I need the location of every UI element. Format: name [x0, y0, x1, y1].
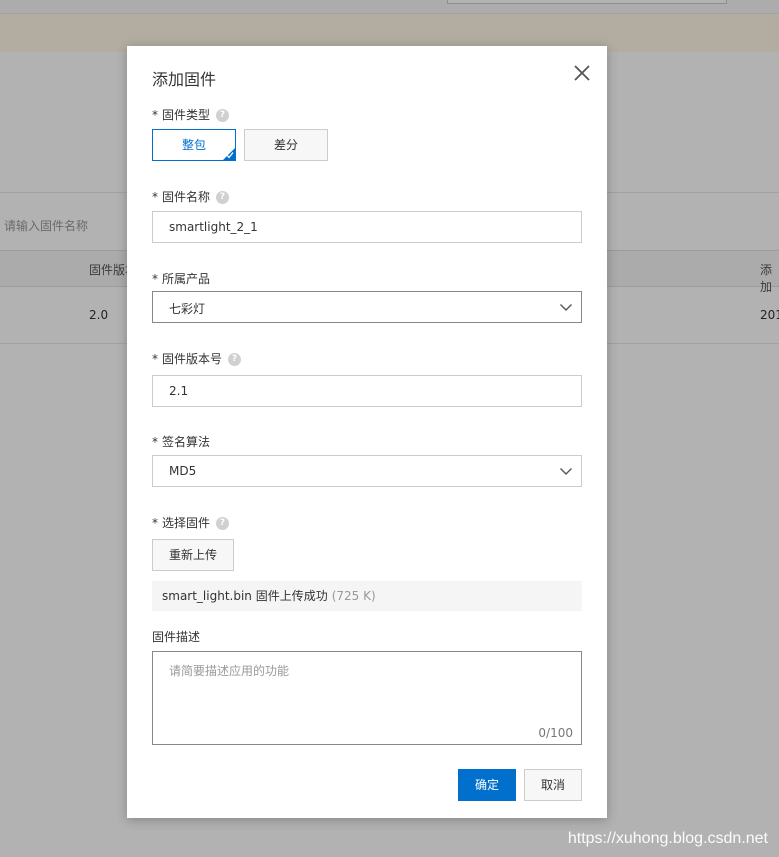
help-icon[interactable]: ? — [216, 517, 230, 530]
firmware-file-label: * 选择固件? — [152, 514, 230, 531]
check-icon — [226, 152, 234, 159]
product-select-value: 七彩灯 — [169, 302, 206, 316]
signature-label-text: 签名算法 — [162, 435, 211, 449]
signature-label: * 签名算法 — [152, 433, 210, 450]
firmware-type-label-text: 固件类型 — [162, 108, 211, 122]
firmware-file-label-text: 选择固件 — [162, 516, 211, 530]
chevron-down-icon — [560, 468, 572, 475]
help-icon[interactable]: ? — [216, 109, 230, 122]
product-label: * 所属产品 — [152, 270, 210, 287]
firmware-type-full-label: 整包 — [181, 138, 206, 152]
firmware-type-diff-button[interactable]: 差分 — [244, 129, 328, 161]
cancel-button[interactable]: 取消 — [524, 769, 582, 801]
help-icon[interactable]: ? — [228, 353, 242, 366]
required-mark: * — [152, 272, 158, 286]
required-mark: * — [152, 435, 158, 449]
firmware-type-label: * 固件类型? — [152, 106, 230, 123]
char-counter: 0/100 — [538, 726, 573, 740]
description-field: 0/100 — [152, 651, 582, 745]
close-icon — [574, 65, 590, 81]
version-label-text: 固件版本号 — [162, 352, 223, 366]
signature-select-value: MD5 — [169, 464, 197, 478]
confirm-button[interactable]: 确定 — [458, 769, 516, 801]
dialog-title: 添加固件 — [152, 70, 217, 89]
signature-select[interactable]: MD5 — [152, 455, 582, 487]
required-mark: * — [152, 108, 158, 122]
add-firmware-dialog: 添加固件 * 固件类型? 整包 差分 * 固件名称? * 所属产品 七彩灯 * 固件版本… — [127, 46, 607, 818]
required-mark: * — [152, 190, 158, 204]
version-input[interactable] — [152, 375, 582, 407]
chevron-down-icon — [560, 304, 572, 311]
watermark: https://xuhong.blog.csdn.net — [567, 830, 768, 847]
firmware-name-input[interactable] — [152, 211, 582, 243]
firmware-name-label-text: 固件名称 — [162, 190, 211, 204]
required-mark: * — [152, 352, 158, 366]
firmware-name-label: * 固件名称? — [152, 188, 230, 205]
upload-status-text: smart_light.bin 固件上传成功 — [162, 589, 328, 603]
required-mark: * — [152, 516, 158, 530]
firmware-type-full-button[interactable]: 整包 — [152, 129, 236, 161]
upload-status: smart_light.bin 固件上传成功 (725 K) — [152, 581, 582, 611]
close-button[interactable] — [571, 62, 593, 84]
product-select[interactable]: 七彩灯 — [152, 291, 582, 323]
version-label: * 固件版本号? — [152, 350, 242, 367]
upload-file-size: (725 K) — [331, 589, 376, 603]
reupload-button[interactable]: 重新上传 — [152, 539, 234, 571]
help-icon[interactable]: ? — [216, 191, 230, 204]
product-label-text: 所属产品 — [162, 272, 211, 286]
description-textarea[interactable] — [153, 652, 581, 744]
description-label: 固件描述 — [152, 630, 201, 644]
